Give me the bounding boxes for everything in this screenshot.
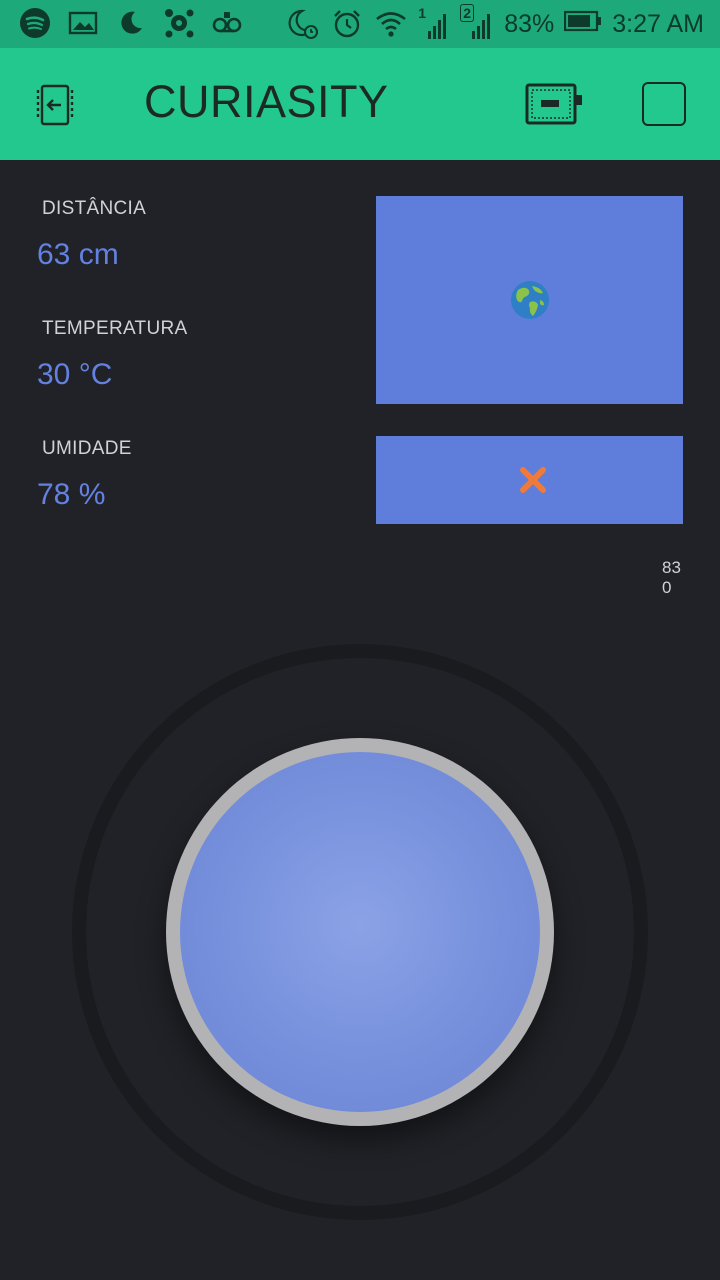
spotify-icon xyxy=(18,6,52,40)
page-title: CURIASITY xyxy=(144,76,389,127)
alarm-icon xyxy=(330,7,364,41)
signal-sim1-icon: 1 xyxy=(418,5,450,41)
device-board-icon xyxy=(525,83,582,125)
exit-button[interactable] xyxy=(30,78,84,132)
status-bar: 1 2 83% 3:27 AM xyxy=(0,0,720,48)
app-header: CURIASITY xyxy=(0,48,720,160)
wifi-icon xyxy=(374,7,408,41)
battery-percent: 83% xyxy=(504,9,555,38)
system-status: 1 2 83% 3:27 AM xyxy=(286,0,704,48)
night-mode-icon xyxy=(286,7,320,41)
globe-icon xyxy=(511,281,549,319)
temperature-value: 30 °C xyxy=(37,358,113,391)
map-widget[interactable] xyxy=(376,196,683,404)
joystick-knob[interactable] xyxy=(180,752,540,1112)
connection-status-widget[interactable] xyxy=(376,436,683,524)
temperature-label: TEMPERATURA xyxy=(42,318,188,339)
stop-button[interactable] xyxy=(642,82,686,126)
humidity-value: 78 % xyxy=(37,478,106,511)
notification-icons xyxy=(18,6,244,40)
avast-icon xyxy=(162,6,196,40)
exit-icon xyxy=(36,84,74,126)
device-status-button[interactable] xyxy=(524,82,584,126)
signal-sim2-icon: 2 xyxy=(460,4,494,41)
distance-value: 63 cm xyxy=(37,238,119,271)
gallery-icon xyxy=(66,6,100,40)
moon-icon xyxy=(114,6,148,40)
battery-icon xyxy=(564,10,602,38)
voicemail-icon xyxy=(210,6,244,40)
clock: 3:27 AM xyxy=(612,9,704,38)
close-icon xyxy=(520,467,546,493)
joystick-x-value: 83 xyxy=(662,558,681,577)
joystick-y-value: 0 xyxy=(662,578,672,597)
distance-label: DISTÂNCIA xyxy=(42,198,147,219)
humidity-label: UMIDADE xyxy=(42,438,132,459)
